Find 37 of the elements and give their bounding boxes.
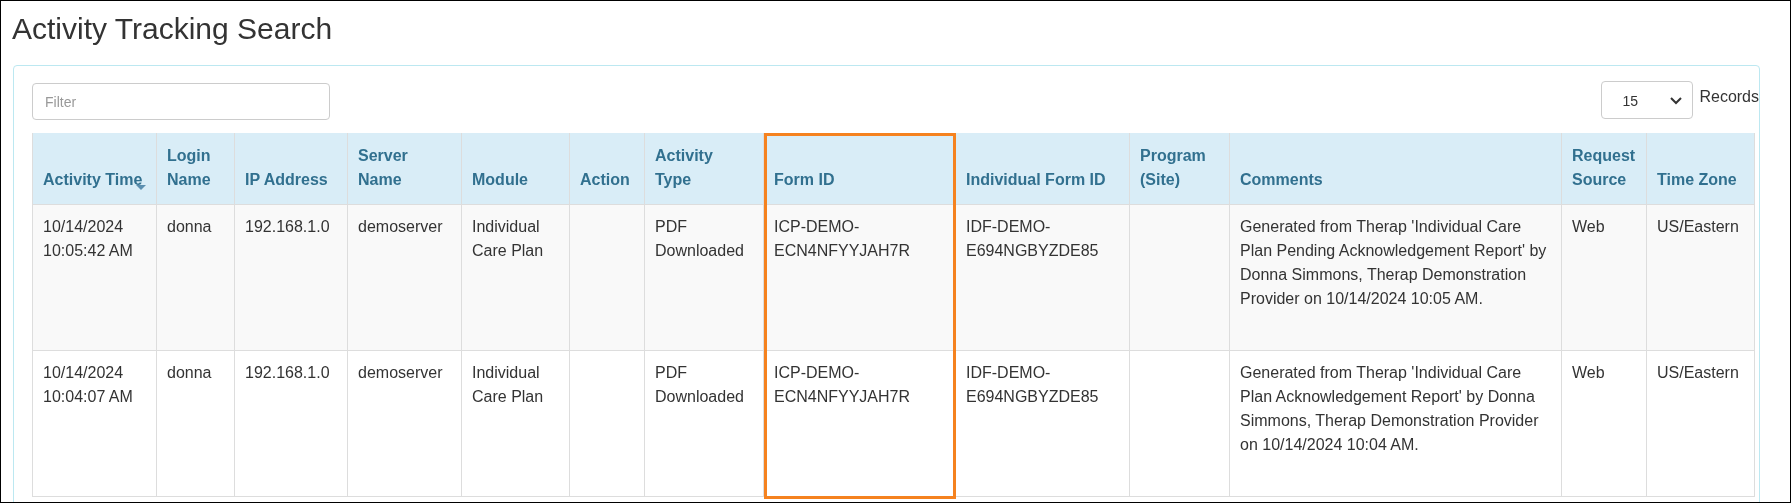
chevron-down-icon [1670,96,1683,105]
table-cell: Web [1561,204,1647,350]
table-cell: US/Eastern [1646,204,1755,350]
page-title: Activity Tracking Search [12,11,333,47]
table-cell: Web [1561,350,1647,496]
table-cell: donna [156,204,235,350]
column-header[interactable]: Comments [1229,133,1562,204]
table-cell: donna [156,350,235,496]
table-cell: 192.168.1.0 [234,350,348,496]
column-header[interactable]: Activity Time [32,133,157,204]
column-header[interactable]: Action [569,133,645,204]
column-header[interactable]: IP Address [234,133,348,204]
table-cell: IDF-DEMO-E694NGBYZDE85 [955,204,1130,350]
table-cell: demoserver [347,350,462,496]
table-cell: IDF-DEMO-E694NGBYZDE85 [955,350,1130,496]
column-header[interactable]: Program (Site) [1129,133,1230,204]
table-cell: 10/14/2024 10:05:42 AM [32,204,157,350]
table-cell: Individual Care Plan [461,204,570,350]
table-cell: PDF Downloaded [644,350,764,496]
column-header[interactable]: Login Name [156,133,235,204]
records-select[interactable]: 15 [1601,80,1694,119]
table-cell: 10/14/2024 10:04:07 AM [32,350,157,496]
records-label: Records [1699,88,1759,106]
table-cell: 192.168.1.0 [234,204,348,350]
column-header[interactable]: Individual Form ID [955,133,1130,204]
column-header[interactable]: Server Name [347,133,462,204]
table-cell: Individual Care Plan [461,350,570,496]
filter-field[interactable]: Filter [32,83,330,120]
column-header[interactable]: Activity Type [644,133,764,204]
table-cell: Generated from Therap 'Individual Care Plan Pending Acknowledgement Report' by Donna Simmons, Therap Demonstration Provider on 10/14/2024 10:05 AM. [1229,204,1562,350]
table-cell: demoserver [347,204,462,350]
column-header[interactable]: Time Zone [1646,133,1755,204]
column-header[interactable]: Request Source [1561,133,1647,204]
table-cell: Generated from Therap 'Individual Care Plan Acknowledgement Report' by Donna Simmons, Therap Demonstration Provider on 10/14/2024 10:04 AM. [1229,350,1562,496]
table-cell: US/Eastern [1646,350,1755,496]
column-header[interactable]: Module [461,133,570,204]
table-cell: PDF Downloaded [644,204,764,350]
